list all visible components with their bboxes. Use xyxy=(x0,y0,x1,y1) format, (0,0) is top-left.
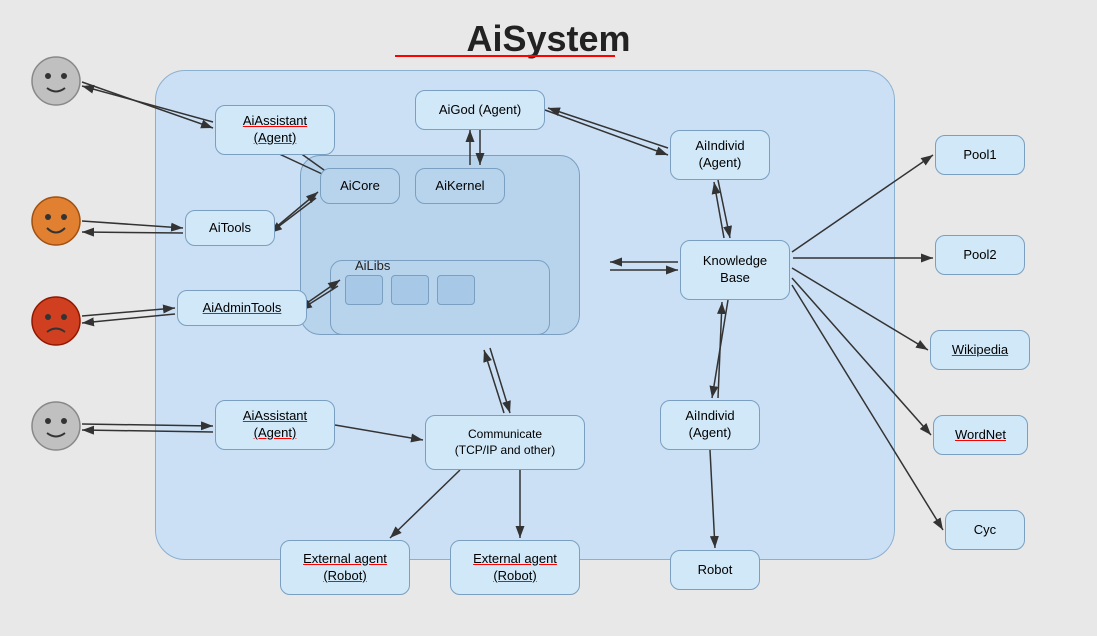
ai-individ-bottom-node: AiIndivid (Agent) xyxy=(660,400,760,450)
knowledge-base-node: Knowledge Base xyxy=(680,240,790,300)
lib-rect-2 xyxy=(391,275,429,305)
external-agent-2-node: External agent (Robot) xyxy=(450,540,580,595)
diagram-title: AiSystem xyxy=(466,18,630,60)
ai-god-node: AiGod (Agent) xyxy=(415,90,545,130)
lib-rect-1 xyxy=(345,275,383,305)
ai-admin-tools-node: AiAdminTools xyxy=(177,290,307,326)
wikipedia-node: Wikipedia xyxy=(930,330,1030,370)
external-agent-1-node: External agent (Robot) xyxy=(280,540,410,595)
ai-libs-label: AiLibs xyxy=(355,258,390,273)
ai-core-node: AiCore xyxy=(320,168,400,204)
smiley-top xyxy=(30,55,82,107)
smiley-orange xyxy=(30,195,82,247)
smiley-bottom xyxy=(30,400,82,452)
cyc-node: Cyc xyxy=(945,510,1025,550)
ai-individ-top-node: AiIndivid (Agent) xyxy=(670,130,770,180)
ai-assistant-top-node: AiAssistant (Agent) xyxy=(215,105,335,155)
ai-tools-node: AiTools xyxy=(185,210,275,246)
ai-assistant-bottom-node: AiAssistant (Agent) xyxy=(215,400,335,450)
libs-inner-rects xyxy=(345,275,475,305)
pool2-node: Pool2 xyxy=(935,235,1025,275)
ai-kernel-node: AiKernel xyxy=(415,168,505,204)
lib-rect-3 xyxy=(437,275,475,305)
smiley-red xyxy=(30,295,82,347)
pool1-node: Pool1 xyxy=(935,135,1025,175)
title-underline-decoration xyxy=(395,55,615,57)
diagram-container: AiSystem xyxy=(0,0,1097,636)
robot-node: Robot xyxy=(670,550,760,590)
wordnet-node: WordNet xyxy=(933,415,1028,455)
communicate-node: Communicate (TCP/IP and other) xyxy=(425,415,585,470)
